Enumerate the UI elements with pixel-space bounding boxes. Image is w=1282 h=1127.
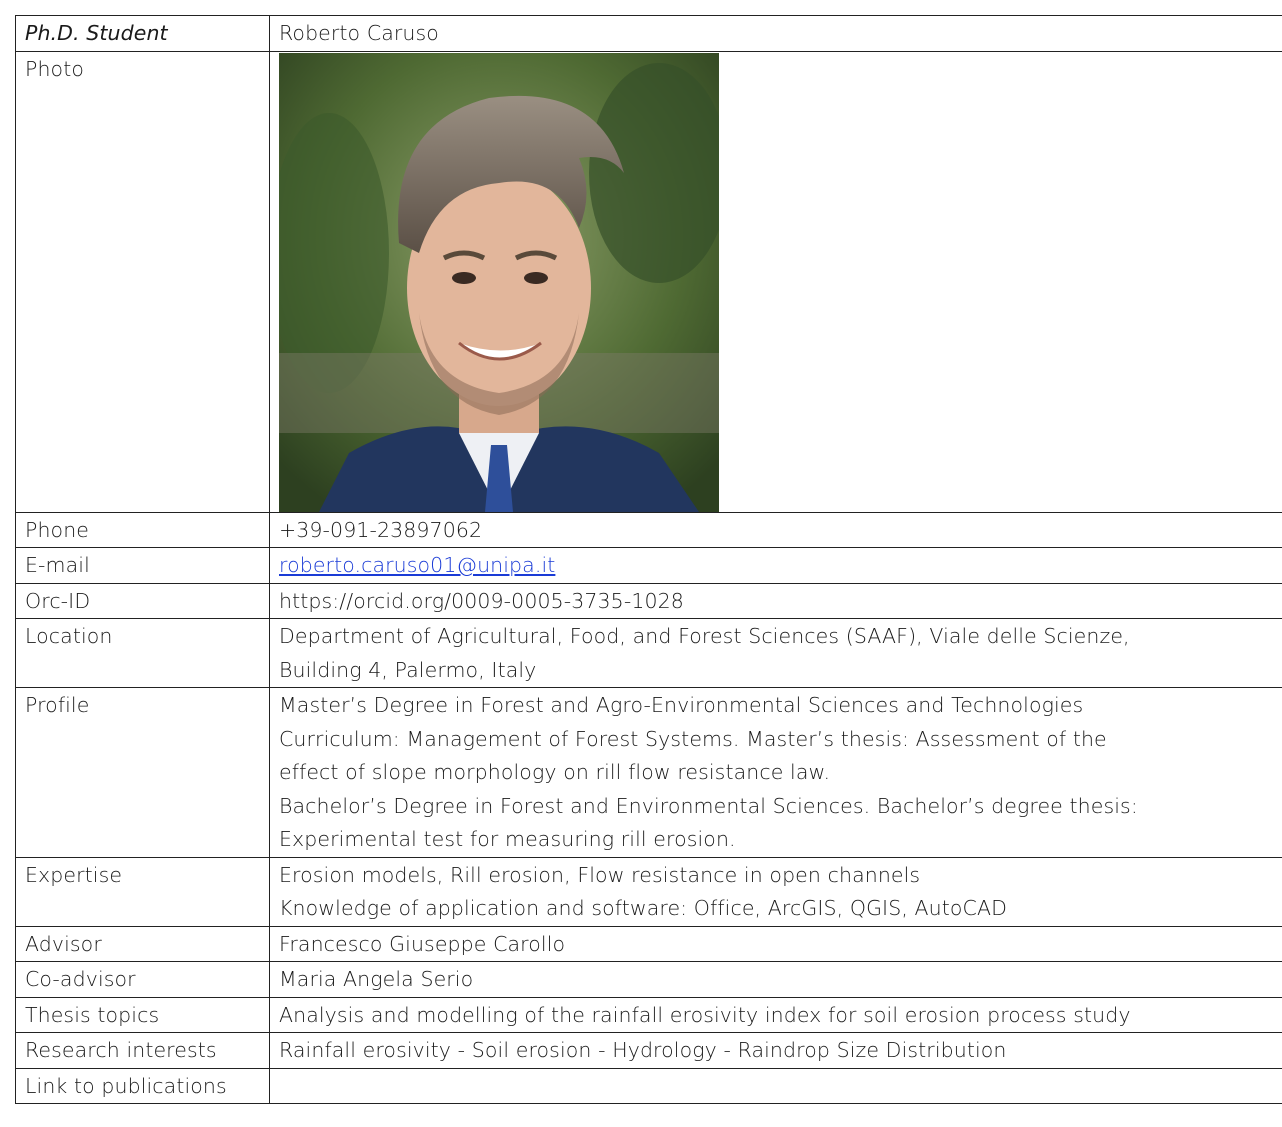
research-value: Rainfall erosivity - Soil erosion - Hydr…: [269, 1032, 1282, 1069]
row-email: E-mail roberto.caruso01@unipa.it: [15, 547, 1282, 584]
profile-line: Curriculum: Management of Forest Systems…: [279, 726, 1107, 751]
profile-photo: [279, 52, 719, 512]
photo-label: Photo: [15, 50, 270, 513]
location-label: Location: [15, 618, 270, 688]
expertise-line: Knowledge of application and software: O…: [279, 896, 1007, 920]
thesis-value: Analysis and modelling of the rainfall e…: [269, 996, 1282, 1033]
publications-label: Link to publications: [15, 1067, 270, 1104]
orcid-value: https://orcid.org/0009-0005-3735-1028: [269, 582, 1282, 619]
row-student: Ph.D. Student Roberto Caruso: [15, 15, 1282, 52]
publications-value: [269, 1067, 1282, 1104]
advisor-value: Francesco Giuseppe Carollo: [269, 925, 1282, 962]
phone-label: Phone: [15, 511, 270, 548]
location-line: Building 4, Palermo, Italy: [279, 657, 537, 682]
coadvisor-label: Co-advisor: [15, 961, 270, 998]
row-research: Research interests Rainfall erosivity - …: [15, 1032, 1282, 1069]
research-label: Research interests: [15, 1032, 270, 1069]
advisor-label: Advisor: [15, 925, 270, 962]
coadvisor-value: Maria Angela Serio: [269, 961, 1282, 998]
row-expertise: Expertise Erosion models, Rill erosion, …: [15, 856, 1282, 927]
email-link[interactable]: roberto.caruso01@unipa.it: [279, 553, 555, 577]
profile-line: Master’s Degree in Forest and Agro-Envir…: [279, 693, 1084, 717]
profile-line: Bachelor’s Degree in Forest and Environm…: [279, 793, 1138, 818]
row-coadvisor: Co-advisor Maria Angela Serio: [15, 961, 1282, 998]
row-photo: Photo: [15, 50, 1282, 513]
student-label: Ph.D. Student: [15, 15, 270, 52]
email-cell: roberto.caruso01@unipa.it: [269, 547, 1282, 584]
row-orcid: Orc-ID https://orcid.org/0009-0005-3735-…: [15, 582, 1282, 619]
profile-table: Ph.D. Student Roberto Caruso Photo Phone…: [15, 15, 1282, 1104]
row-advisor: Advisor Francesco Giuseppe Carollo: [15, 925, 1282, 962]
row-thesis: Thesis topics Analysis and modelling of …: [15, 996, 1282, 1033]
row-phone: Phone +39-091-23897062: [15, 511, 1282, 548]
location-value: Department of Agricultural, Food, and Fo…: [269, 618, 1282, 688]
profile-line: effect of slope morphology on rill flow …: [279, 760, 831, 784]
expertise-label: Expertise: [15, 856, 270, 927]
expertise-value: Erosion models, Rill erosion, Flow resis…: [269, 856, 1282, 927]
photo-cell: [269, 50, 1282, 513]
student-name: Roberto Caruso: [269, 15, 1282, 52]
row-publications: Link to publications: [15, 1067, 1282, 1104]
thesis-label: Thesis topics: [15, 996, 270, 1033]
profile-label: Profile: [15, 687, 270, 858]
row-profile: Profile Master’s Degree in Forest and Ag…: [15, 687, 1282, 858]
row-location: Location Department of Agricultural, Foo…: [15, 618, 1282, 688]
portrait-illustration: [279, 52, 719, 512]
orcid-label: Orc-ID: [15, 582, 270, 619]
phone-value: +39-091-23897062: [269, 511, 1282, 548]
expertise-line: Erosion models, Rill erosion, Flow resis…: [279, 862, 921, 887]
location-line: Department of Agricultural, Food, and Fo…: [279, 624, 1130, 648]
email-label: E-mail: [15, 547, 270, 584]
profile-line: Experimental test for measuring rill ero…: [279, 827, 736, 851]
profile-value: Master’s Degree in Forest and Agro-Envir…: [269, 687, 1282, 858]
